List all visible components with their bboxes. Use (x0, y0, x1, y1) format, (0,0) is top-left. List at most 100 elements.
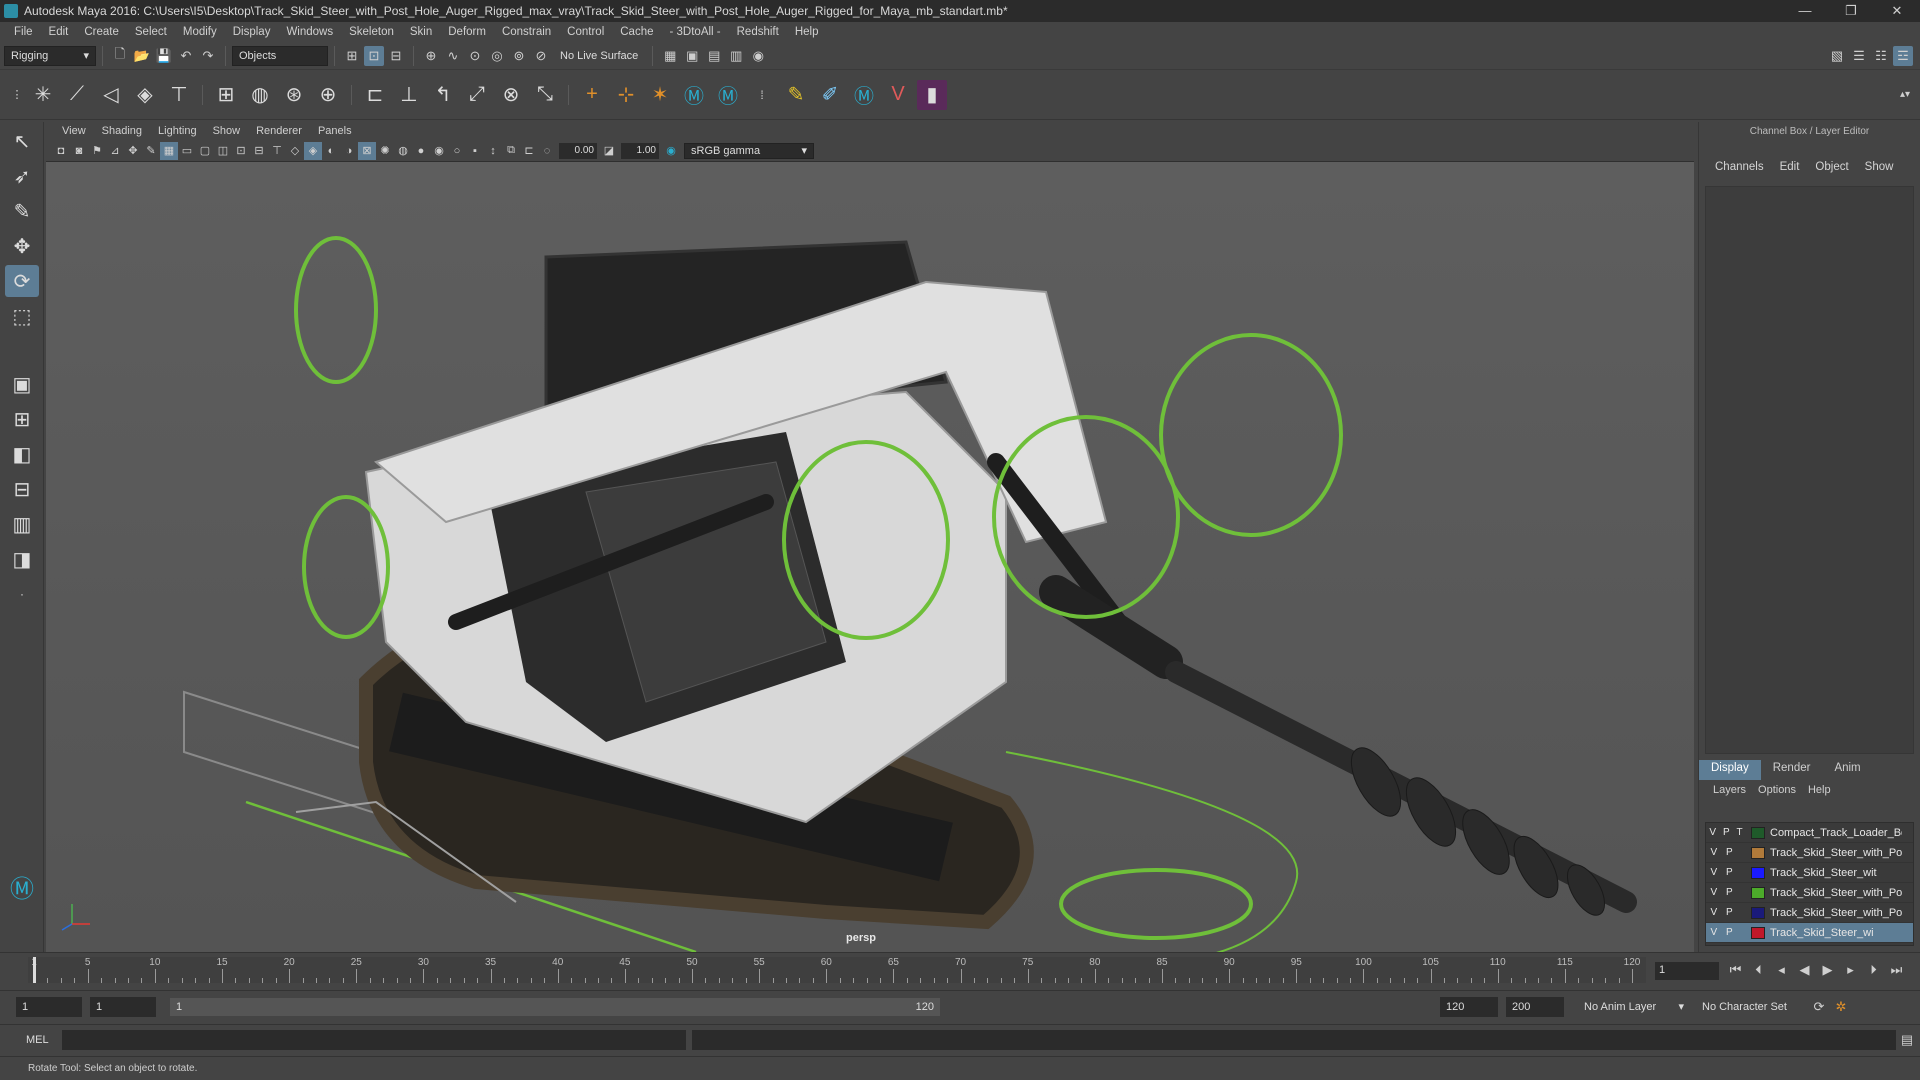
exposure-field[interactable]: 0.00 (559, 142, 597, 159)
menu-3dtoall[interactable]: - 3DtoAll - (662, 26, 729, 38)
menu-file[interactable]: File (6, 26, 41, 38)
isolate-select-icon[interactable]: ▪ (466, 142, 484, 160)
hik-retarget-icon[interactable]: Ⓜ (849, 80, 879, 110)
hypershade-icon[interactable]: ◉ (748, 46, 768, 66)
layer-row[interactable]: V P Track_Skid_Steer_wi (1706, 923, 1913, 943)
current-frame-field[interactable]: 1 (1655, 962, 1719, 980)
xray-active-icon[interactable]: ⧉ (502, 142, 520, 160)
layer-vpt-toggles[interactable]: VP (1706, 927, 1746, 938)
layer-p-toggle[interactable]: P (1726, 907, 1733, 918)
bookmark-icon[interactable]: ⚑ (88, 142, 106, 160)
le-menu-layers[interactable]: Layers (1707, 784, 1752, 796)
shadows-icon[interactable]: ◑ (340, 142, 358, 160)
time-ruler[interactable]: 1510152025303540455055606570758085909510… (28, 957, 1646, 983)
menuset-dropdown[interactable]: Rigging ▾ (4, 45, 96, 66)
four-view-layout-icon[interactable]: ⊞ (5, 403, 39, 435)
snap-grid-icon[interactable]: ⊕ (421, 46, 441, 66)
layer-p-toggle[interactable]: P (1726, 927, 1733, 938)
layer-v-toggle[interactable]: V (1710, 927, 1717, 938)
layer-row[interactable]: V P Track_Skid_Steer_with_Pos (1706, 903, 1913, 923)
layer-row[interactable]: V P T Compact_Track_Loader_Bo (1706, 823, 1913, 843)
locator-icon[interactable]: + (577, 80, 607, 110)
menu-display[interactable]: Display (225, 26, 279, 38)
menu-cache[interactable]: Cache (612, 26, 661, 38)
xray-joints-icon[interactable]: ↕ (484, 142, 502, 160)
xray-icon[interactable]: ⊠ (358, 141, 376, 160)
panel-menu-show[interactable]: Show (205, 125, 249, 137)
pole-vector-icon[interactable]: ⤡ (530, 80, 560, 110)
lasso-tool-icon[interactable]: ➶ (5, 160, 39, 192)
menu-windows[interactable]: Windows (278, 26, 341, 38)
step-back-key-icon[interactable]: ⏴ (1747, 962, 1770, 978)
snap-surface-icon[interactable]: ⊚ (509, 46, 529, 66)
layer-color-swatch[interactable] (1751, 846, 1765, 859)
grid-icon[interactable]: ▦ (160, 141, 178, 160)
safe-action-icon[interactable]: ⊟ (250, 142, 268, 160)
color-management-icon[interactable]: ◉ (662, 142, 680, 160)
field-chart-icon[interactable]: ⊡ (232, 142, 250, 160)
redo-icon[interactable]: ↷ (198, 46, 218, 66)
render-view-icon[interactable]: ▣ (682, 46, 702, 66)
select-mode-dropdown[interactable]: Objects (232, 45, 328, 66)
resolution-gate-icon[interactable]: ▢ (196, 142, 214, 160)
antialias-icon[interactable]: ◉ (430, 142, 448, 160)
layer-color-swatch[interactable] (1751, 926, 1765, 939)
snap-view-icon[interactable]: ◎ (487, 46, 507, 66)
menu-edit[interactable]: Edit (41, 26, 77, 38)
menu-skeleton[interactable]: Skeleton (341, 26, 402, 38)
rotate-tool-icon[interactable]: ⟳ (5, 265, 39, 297)
render-settings-icon[interactable]: ▦ (660, 46, 680, 66)
single-perspective-layout-icon[interactable]: ▣ (5, 368, 39, 400)
ik-handle-icon[interactable]: ⟋ (62, 80, 92, 110)
minimize-button[interactable]: — (1782, 3, 1828, 19)
gate-mask-icon[interactable]: ◫ (214, 142, 232, 160)
film-gate-icon[interactable]: ▭ (178, 142, 196, 160)
layout-more-icon[interactable]: · (5, 578, 39, 610)
playback-end-field[interactable]: 120 (1440, 996, 1498, 1017)
current-time-indicator[interactable] (33, 957, 36, 983)
hik-character-icon[interactable]: Ⓜ (713, 80, 743, 110)
layer-vpt-toggles[interactable]: VP (1706, 867, 1746, 878)
cb-menu-edit[interactable]: Edit (1772, 161, 1808, 173)
bind-skin-icon[interactable]: ⊞ (211, 80, 241, 110)
exposure-icon[interactable]: ◌ (538, 142, 556, 160)
perspective-viewport[interactable]: persp (46, 162, 1694, 952)
select-tool-icon[interactable]: ↖ (5, 125, 39, 157)
layer-v-toggle[interactable]: V (1710, 847, 1717, 858)
layer-vpt-toggles[interactable]: VPT (1706, 827, 1746, 838)
paint-weights-icon[interactable]: ✎ (781, 80, 811, 110)
layer-p-toggle[interactable]: P (1723, 827, 1730, 838)
camera-attributes-icon[interactable]: ◙ (70, 142, 88, 160)
shelf-menu-icon[interactable]: ⋮ (10, 80, 24, 110)
layer-p-toggle[interactable]: P (1726, 867, 1733, 878)
step-forward-key-icon[interactable]: ⏵ (1862, 962, 1885, 978)
panel-menu-view[interactable]: View (54, 125, 94, 137)
maximize-button[interactable]: ❐ (1828, 3, 1874, 19)
quick-rig-icon[interactable]: ⁞ (747, 80, 777, 110)
le-menu-help[interactable]: Help (1802, 784, 1837, 796)
make-live-icon[interactable]: ⊘ (531, 46, 551, 66)
layer-p-toggle[interactable]: P (1726, 887, 1733, 898)
smooth-shade-icon[interactable]: ◈ (304, 141, 322, 160)
layer-color-swatch[interactable] (1751, 886, 1765, 899)
script-editor-icon[interactable]: ▤ (1897, 1030, 1917, 1050)
pose-editor-icon[interactable]: ▮ (917, 79, 947, 110)
layer-vpt-toggles[interactable]: VP (1706, 887, 1746, 898)
anim-layer-dropdown[interactable]: No Anim Layer ▾ (1578, 996, 1690, 1017)
menu-create[interactable]: Create (76, 26, 127, 38)
auto-key-icon[interactable]: ⟳ (1809, 997, 1829, 1017)
scale-tool-icon[interactable]: ⬚ (5, 300, 39, 332)
parent-constraint-icon[interactable]: ⊏ (360, 80, 390, 110)
shelf-scroll-icon[interactable]: ▴▾ (1900, 89, 1920, 100)
step-forward-frame-icon[interactable]: ▸ (1839, 962, 1862, 978)
paint-skin-icon[interactable]: ✐ (815, 80, 845, 110)
channel-box-area[interactable] (1705, 186, 1914, 754)
view-transform-dropdown[interactable]: sRGB gamma ▾ (684, 142, 814, 159)
smooth-bind-icon[interactable]: ◍ (245, 80, 275, 110)
layer-v-toggle[interactable]: V (1709, 827, 1716, 838)
range-slider[interactable]: 1 120 (170, 997, 940, 1016)
layer-vpt-toggles[interactable]: VP (1706, 847, 1746, 858)
lattice-icon[interactable]: ⊛ (279, 80, 309, 110)
menu-control[interactable]: Control (559, 26, 612, 38)
snap-curve-icon[interactable]: ∿ (443, 46, 463, 66)
